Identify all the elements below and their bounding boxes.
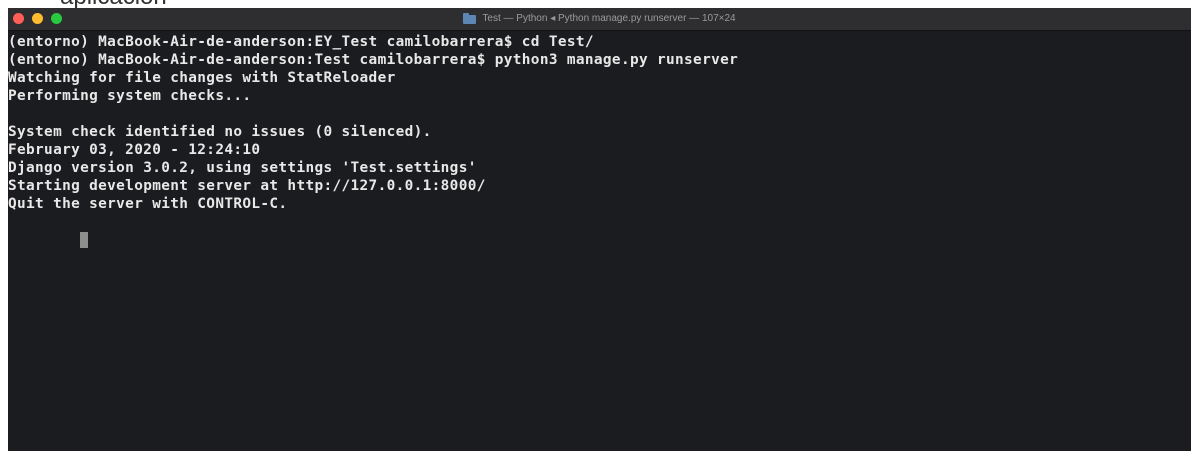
terminal-cursor-line[interactable]: [8, 213, 1191, 248]
terminal-window[interactable]: Test — Python ◂ Python manage.py runserv…: [8, 8, 1191, 451]
terminal-line: (entorno) MacBook-Air-de-anderson:EY_Tes…: [8, 34, 594, 50]
terminal-line: Quit the server with CONTROL-C.: [8, 196, 288, 212]
terminal-line: System check identified no issues (0 sil…: [8, 124, 432, 140]
terminal-output[interactable]: (entorno) MacBook-Air-de-anderson:EY_Tes…: [8, 32, 1191, 451]
title-area: Test — Python ◂ Python manage.py runserv…: [8, 8, 1191, 30]
terminal-line: Performing system checks...: [8, 88, 252, 104]
screenshot: aplicación Test — Python ◂ Python manage…: [0, 0, 1191, 451]
terminal-cursor[interactable]: [80, 232, 89, 248]
terminal-titlebar[interactable]: Test — Python ◂ Python manage.py runserv…: [8, 8, 1191, 31]
terminal-line: Starting development server at http://12…: [8, 178, 486, 194]
terminal-line: Watching for file changes with StatReloa…: [8, 70, 396, 86]
terminal-line: Django version 3.0.2, using settings 'Te…: [8, 160, 477, 176]
terminal-line: (entorno) MacBook-Air-de-anderson:Test c…: [8, 52, 739, 68]
folder-icon: [463, 12, 477, 24]
window-title: Test — Python ◂ Python manage.py runserv…: [482, 13, 736, 24]
terminal-line: February 03, 2020 - 12:24:10: [8, 142, 261, 158]
